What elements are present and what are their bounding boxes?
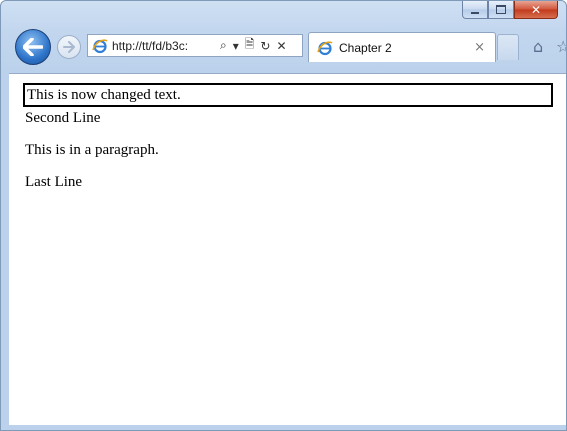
tab-title: Chapter 2: [339, 40, 392, 55]
maximize-button[interactable]: [488, 1, 514, 19]
minimize-icon: [471, 11, 479, 14]
back-button[interactable]: [15, 29, 51, 65]
home-icon[interactable]: ⌂: [533, 37, 543, 56]
second-line-text: Second Line: [25, 110, 101, 126]
close-button[interactable]: ✕: [514, 1, 558, 19]
maximize-icon: [496, 5, 506, 14]
caption-buttons: ✕: [462, 1, 558, 21]
compatibility-view-icon[interactable]: 🗎: [245, 35, 255, 56]
forward-button[interactable]: [57, 35, 81, 59]
tab-chapter-2[interactable]: Chapter 2 ×: [308, 32, 496, 62]
url-text[interactable]: http://tt/fd/b3c:: [112, 39, 216, 53]
address-tools: ⌕ ▾ 🗎 ↻ ✕: [220, 35, 287, 56]
back-arrow-icon: [23, 38, 43, 56]
page-content: This is now changed text. Second Line Th…: [9, 73, 566, 428]
changed-text-box: This is now changed text.: [23, 83, 553, 107]
dropdown-icon[interactable]: ▾: [233, 39, 239, 53]
ie-page-icon: [92, 38, 108, 53]
stop-icon[interactable]: ✕: [276, 39, 286, 53]
close-icon: ✕: [530, 2, 542, 17]
tab-close-icon[interactable]: ×: [474, 40, 485, 55]
minimize-button[interactable]: [462, 1, 488, 19]
window-bottom-edge: [9, 425, 566, 428]
paragraph-text: This is in a paragraph.: [25, 142, 159, 158]
document-body: This is now changed text. Second Line Th…: [9, 74, 566, 191]
search-icon[interactable]: ⌕: [220, 38, 227, 53]
ie-tab-icon: [317, 40, 333, 55]
new-tab-button[interactable]: [497, 34, 519, 60]
browser-window: ✕ http://tt/fd/b3c: ⌕ ▾ 🗎 ↻ ✕ Chapter 2 …: [0, 0, 567, 431]
favorites-icon[interactable]: ☆: [556, 37, 566, 56]
address-bar[interactable]: http://tt/fd/b3c: ⌕ ▾ 🗎 ↻ ✕: [87, 34, 303, 57]
refresh-icon[interactable]: ↻: [260, 39, 270, 53]
forward-arrow-icon: [63, 41, 75, 53]
last-line-text: Last Line: [25, 174, 83, 190]
